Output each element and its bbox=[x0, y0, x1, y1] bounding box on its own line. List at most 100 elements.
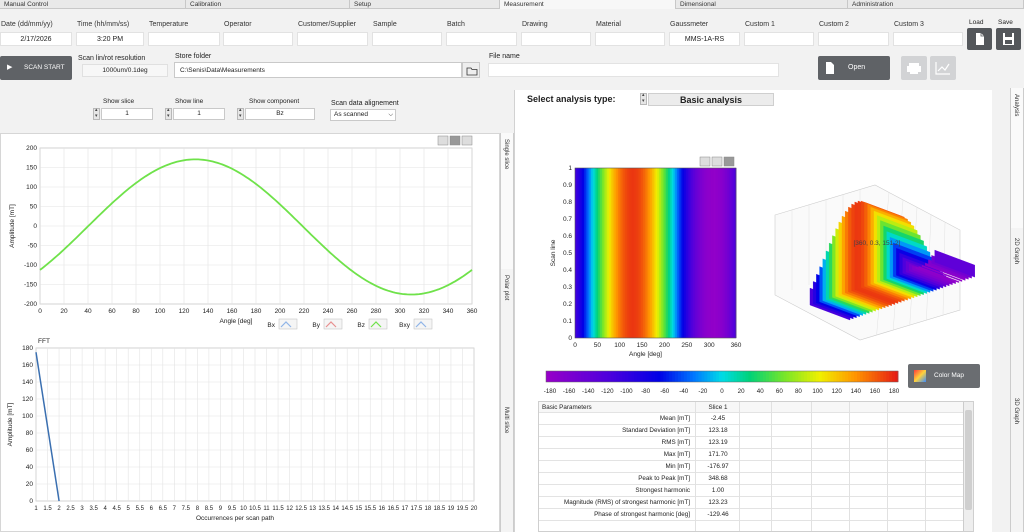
tab-administration[interactable]: Administration bbox=[848, 0, 1024, 9]
fft-chart[interactable]: FFT1 1.5 2 2.5 3 3.5 4 4.5 5 5.5 6 6.5 7 7.5 8 8.5 9 9.5 1… bbox=[0, 333, 500, 532]
colorbar-cell bbox=[812, 371, 817, 382]
show-line-stepper[interactable] bbox=[165, 107, 172, 120]
vtab-label: 3D Graph bbox=[1013, 398, 1019, 425]
y-tick-label: 0.2 bbox=[563, 301, 572, 308]
save-button[interactable] bbox=[996, 28, 1021, 50]
show-component-stepper[interactable] bbox=[237, 107, 244, 120]
tab-2d-graph[interactable]: 2D Graph bbox=[1010, 228, 1024, 378]
param-value: 348.68 bbox=[708, 475, 728, 482]
x-tick-label: 15 bbox=[355, 506, 362, 512]
header-field-input[interactable] bbox=[818, 32, 889, 46]
tab-3d-graph[interactable]: 3D Graph bbox=[1010, 378, 1024, 532]
tab-analysis[interactable]: Analysis bbox=[1010, 88, 1024, 228]
tab-label: Manual Control bbox=[4, 1, 49, 8]
colorbar-cell bbox=[607, 371, 611, 382]
colorbar-cell bbox=[639, 371, 644, 382]
colorbar-cell bbox=[713, 371, 717, 382]
param-name: Peak to Peak [mT] bbox=[638, 475, 690, 482]
load-label: Load bbox=[969, 19, 984, 26]
colorbar-cell bbox=[821, 371, 826, 382]
header-label: Date (dd/mm/yy) bbox=[1, 21, 53, 28]
colorbar-cell bbox=[660, 371, 664, 382]
browse-folder-button[interactable] bbox=[462, 62, 480, 78]
tab-polar-plot[interactable]: Polar plot bbox=[500, 269, 514, 401]
graph-tool-icon bbox=[723, 156, 735, 167]
graph-tool-icon bbox=[461, 135, 473, 146]
show-slice-stepper[interactable] bbox=[93, 107, 100, 120]
scan-start-button[interactable]: ▶ SCAN START bbox=[0, 56, 72, 80]
x-tick-label: 5 bbox=[127, 506, 131, 512]
header-field-input[interactable] bbox=[148, 32, 220, 46]
header-field-input[interactable] bbox=[223, 32, 293, 46]
colorbar-tick-label: -20 bbox=[698, 388, 708, 395]
heatmap-chart[interactable]: 0 50 100 150 200 250 300 360 1 0.9 0.8 0.7 0.6 0.5 0.4… bbox=[540, 152, 745, 362]
y-tick-label: 0.7 bbox=[563, 216, 572, 223]
colorbar-cell bbox=[598, 371, 603, 382]
play-icon: ▶ bbox=[7, 64, 13, 71]
colorbar-cell bbox=[739, 371, 743, 382]
colorbar-cell bbox=[833, 371, 837, 382]
scrollbar-thumb[interactable] bbox=[965, 410, 972, 510]
x-tick-label: 260 bbox=[347, 308, 358, 315]
tab-calibration[interactable]: Calibration bbox=[186, 0, 350, 9]
header-field-input[interactable] bbox=[595, 32, 665, 46]
tab-dimensional[interactable]: Dimensional bbox=[676, 0, 848, 9]
file-name-input[interactable] bbox=[488, 63, 779, 77]
header-field-input[interactable] bbox=[297, 32, 368, 46]
chart-export-button[interactable] bbox=[930, 56, 956, 80]
colorbar-cell bbox=[742, 371, 746, 382]
analysis-type-select[interactable]: Basic analysis bbox=[648, 93, 774, 106]
amplitude-line-chart[interactable]: 0 20 40 60 80 100 120 140 160 180 200 220 240 260 280 3… bbox=[0, 133, 500, 333]
store-folder-input[interactable]: C:\Senis\Data\Measurements bbox=[174, 62, 462, 78]
header-field-input[interactable] bbox=[446, 32, 517, 46]
header-field-input[interactable] bbox=[744, 32, 814, 46]
tab-single-slice[interactable]: Single slice bbox=[500, 133, 514, 269]
header-field-input[interactable] bbox=[893, 32, 963, 46]
header-field-input[interactable]: 3:20 PM bbox=[76, 32, 144, 46]
show-component-input[interactable]: Bz bbox=[245, 108, 315, 120]
colorbar-cell bbox=[578, 371, 582, 382]
colorbar-tick-label: -180 bbox=[544, 388, 557, 395]
color-map-button[interactable]: Color Map bbox=[908, 364, 980, 388]
colorbar-cell bbox=[763, 371, 767, 382]
param-name: Mean [mT] bbox=[659, 415, 690, 422]
column-divider bbox=[849, 402, 850, 531]
colorbar-cell bbox=[704, 371, 708, 382]
analysis-type-stepper[interactable] bbox=[640, 92, 647, 105]
surface-3d-chart[interactable]: [360, 0.3, 151.2] bbox=[755, 175, 975, 345]
header-label: Drawing bbox=[522, 21, 548, 28]
header-field-input[interactable] bbox=[372, 32, 442, 46]
x-tick-label: 360 bbox=[731, 342, 742, 349]
colorbar-cell bbox=[695, 371, 699, 382]
align-select[interactable]: As scanned ⌵ bbox=[330, 109, 396, 121]
x-tick-label: 150 bbox=[637, 342, 648, 349]
header-field-input[interactable] bbox=[521, 32, 591, 46]
graph-tool-icon bbox=[711, 156, 723, 167]
header-field-input[interactable]: MMS-1A-RS bbox=[669, 32, 740, 46]
colorbar-cell bbox=[727, 371, 732, 382]
y-tick-label: 140 bbox=[22, 379, 33, 386]
colorbar-cell bbox=[880, 371, 884, 382]
show-line-input[interactable]: 1 bbox=[173, 108, 225, 120]
print-button[interactable] bbox=[901, 56, 927, 80]
colorbar-cell bbox=[557, 371, 562, 382]
header-field-input[interactable]: 2/17/2026 bbox=[0, 32, 72, 46]
tab-manual-control[interactable]: Manual Control bbox=[0, 0, 186, 9]
table-row: Standard Deviation [mT] 123.18 bbox=[539, 425, 963, 437]
table-scrollbar[interactable] bbox=[963, 402, 973, 531]
tab-multi-slice[interactable]: Multi slice bbox=[500, 401, 514, 532]
x-tick-label: 3.5 bbox=[89, 506, 98, 512]
x-tick-label: 19.5 bbox=[457, 506, 469, 512]
show-slice-input[interactable]: 1 bbox=[101, 108, 153, 120]
tab-setup[interactable]: Setup bbox=[350, 0, 500, 9]
x-tick-label: 7.5 bbox=[182, 506, 191, 512]
open-button[interactable]: Open bbox=[818, 56, 890, 80]
palette-icon bbox=[914, 370, 926, 382]
y-tick-label: 40 bbox=[26, 464, 34, 471]
tab-measurement[interactable]: Measurement bbox=[500, 0, 676, 9]
x-tick-label: 12 bbox=[286, 506, 293, 512]
x-tick-label: 300 bbox=[704, 342, 715, 349]
colorbar-cell bbox=[616, 371, 620, 382]
load-button[interactable] bbox=[967, 28, 992, 50]
x-tick-label: 100 bbox=[155, 308, 166, 315]
